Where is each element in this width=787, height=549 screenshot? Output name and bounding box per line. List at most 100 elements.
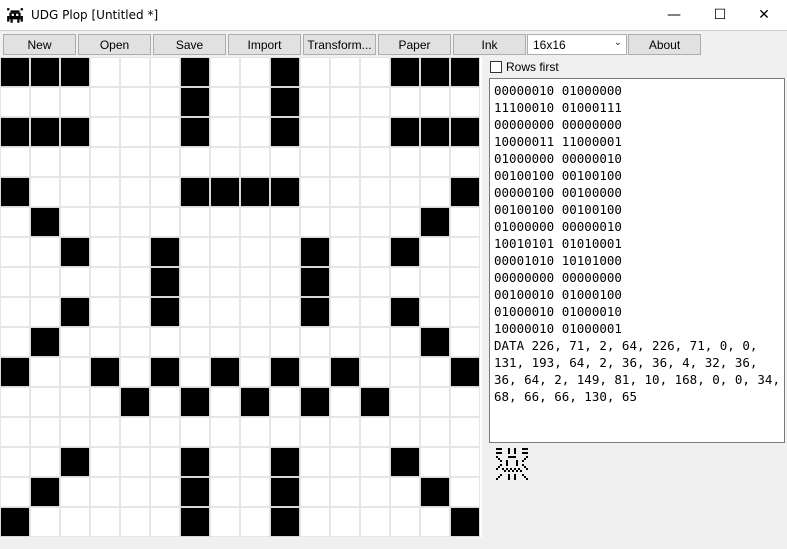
pixel-cell[interactable]: [210, 57, 240, 87]
pixel-cell[interactable]: [420, 57, 450, 87]
pixel-cell[interactable]: [300, 177, 330, 207]
pixel-cell[interactable]: [420, 447, 450, 477]
pixel-cell[interactable]: [390, 267, 420, 297]
pixel-cell[interactable]: [360, 297, 390, 327]
pixel-cell[interactable]: [120, 207, 150, 237]
close-button[interactable]: ✕: [741, 0, 787, 30]
pixel-cell[interactable]: [150, 147, 180, 177]
pixel-cell[interactable]: [420, 117, 450, 147]
pixel-cell[interactable]: [60, 207, 90, 237]
pixel-cell[interactable]: [180, 117, 210, 147]
pixel-cell[interactable]: [210, 177, 240, 207]
pixel-cell[interactable]: [330, 147, 360, 177]
pixel-cell[interactable]: [330, 87, 360, 117]
pixel-cell[interactable]: [270, 447, 300, 477]
pixel-cell[interactable]: [120, 297, 150, 327]
pixel-cell[interactable]: [450, 237, 480, 267]
pixel-cell[interactable]: [240, 87, 270, 117]
pixel-cell[interactable]: [360, 477, 390, 507]
pixel-cell[interactable]: [180, 357, 210, 387]
pixel-cell[interactable]: [330, 297, 360, 327]
pixel-cell[interactable]: [390, 117, 420, 147]
pixel-cell[interactable]: [90, 267, 120, 297]
pixel-cell[interactable]: [450, 357, 480, 387]
open-button[interactable]: Open: [78, 34, 151, 55]
pixel-cell[interactable]: [90, 417, 120, 447]
pixel-cell[interactable]: [90, 177, 120, 207]
pixel-cell[interactable]: [60, 147, 90, 177]
pixel-cell[interactable]: [450, 447, 480, 477]
pixel-cell[interactable]: [240, 507, 270, 537]
pixel-cell[interactable]: [90, 297, 120, 327]
pixel-grid[interactable]: [0, 57, 482, 537]
pixel-cell[interactable]: [0, 267, 30, 297]
pixel-cell[interactable]: [360, 507, 390, 537]
pixel-cell[interactable]: [0, 477, 30, 507]
pixel-cell[interactable]: [0, 387, 30, 417]
pixel-cell[interactable]: [150, 57, 180, 87]
pixel-cell[interactable]: [210, 477, 240, 507]
pixel-cell[interactable]: [30, 57, 60, 87]
pixel-cell[interactable]: [270, 357, 300, 387]
pixel-cell[interactable]: [180, 507, 210, 537]
pixel-cell[interactable]: [90, 147, 120, 177]
pixel-cell[interactable]: [30, 207, 60, 237]
pixel-cell[interactable]: [450, 387, 480, 417]
pixel-cell[interactable]: [450, 327, 480, 357]
pixel-cell[interactable]: [60, 327, 90, 357]
pixel-cell[interactable]: [240, 147, 270, 177]
save-button[interactable]: Save: [153, 34, 226, 55]
pixel-cell[interactable]: [420, 147, 450, 177]
pixel-cell[interactable]: [210, 357, 240, 387]
pixel-cell[interactable]: [90, 87, 120, 117]
pixel-cell[interactable]: [390, 147, 420, 177]
pixel-cell[interactable]: [150, 267, 180, 297]
pixel-cell[interactable]: [150, 357, 180, 387]
pixel-cell[interactable]: [330, 447, 360, 477]
pixel-cell[interactable]: [150, 447, 180, 477]
pixel-cell[interactable]: [300, 267, 330, 297]
pixel-cell[interactable]: [30, 177, 60, 207]
pixel-cell[interactable]: [300, 57, 330, 87]
pixel-cell[interactable]: [300, 447, 330, 477]
pixel-cell[interactable]: [270, 417, 300, 447]
pixel-cell[interactable]: [240, 297, 270, 327]
pixel-cell[interactable]: [300, 87, 330, 117]
pixel-cell[interactable]: [390, 207, 420, 237]
pixel-cell[interactable]: [270, 117, 300, 147]
pixel-cell[interactable]: [210, 207, 240, 237]
pixel-cell[interactable]: [120, 507, 150, 537]
pixel-cell[interactable]: [30, 477, 60, 507]
pixel-cell[interactable]: [30, 387, 60, 417]
pixel-cell[interactable]: [450, 87, 480, 117]
pixel-cell[interactable]: [150, 477, 180, 507]
pixel-cell[interactable]: [60, 357, 90, 387]
pixel-cell[interactable]: [240, 357, 270, 387]
pixel-cell[interactable]: [180, 177, 210, 207]
pixel-cell[interactable]: [60, 237, 90, 267]
rows-first-option[interactable]: Rows first: [490, 60, 559, 74]
pixel-cell[interactable]: [60, 477, 90, 507]
pixel-cell[interactable]: [360, 117, 390, 147]
pixel-cell[interactable]: [420, 177, 450, 207]
pixel-cell[interactable]: [150, 117, 180, 147]
pixel-cell[interactable]: [300, 507, 330, 537]
pixel-cell[interactable]: [420, 507, 450, 537]
pixel-cell[interactable]: [210, 417, 240, 447]
pixel-cell[interactable]: [30, 267, 60, 297]
pixel-cell[interactable]: [360, 57, 390, 87]
pixel-cell[interactable]: [240, 387, 270, 417]
pixel-cell[interactable]: [90, 357, 120, 387]
pixel-cell[interactable]: [180, 267, 210, 297]
pixel-cell[interactable]: [300, 237, 330, 267]
pixel-cell[interactable]: [210, 87, 240, 117]
pixel-cell[interactable]: [0, 417, 30, 447]
transform-button[interactable]: Transform...: [303, 34, 376, 55]
size-dropdown[interactable]: 16x16 ⌄: [527, 34, 627, 55]
pixel-cell[interactable]: [180, 147, 210, 177]
pixel-cell[interactable]: [450, 267, 480, 297]
pixel-cell[interactable]: [240, 57, 270, 87]
pixel-cell[interactable]: [150, 507, 180, 537]
pixel-cell[interactable]: [210, 297, 240, 327]
pixel-cell[interactable]: [300, 417, 330, 447]
